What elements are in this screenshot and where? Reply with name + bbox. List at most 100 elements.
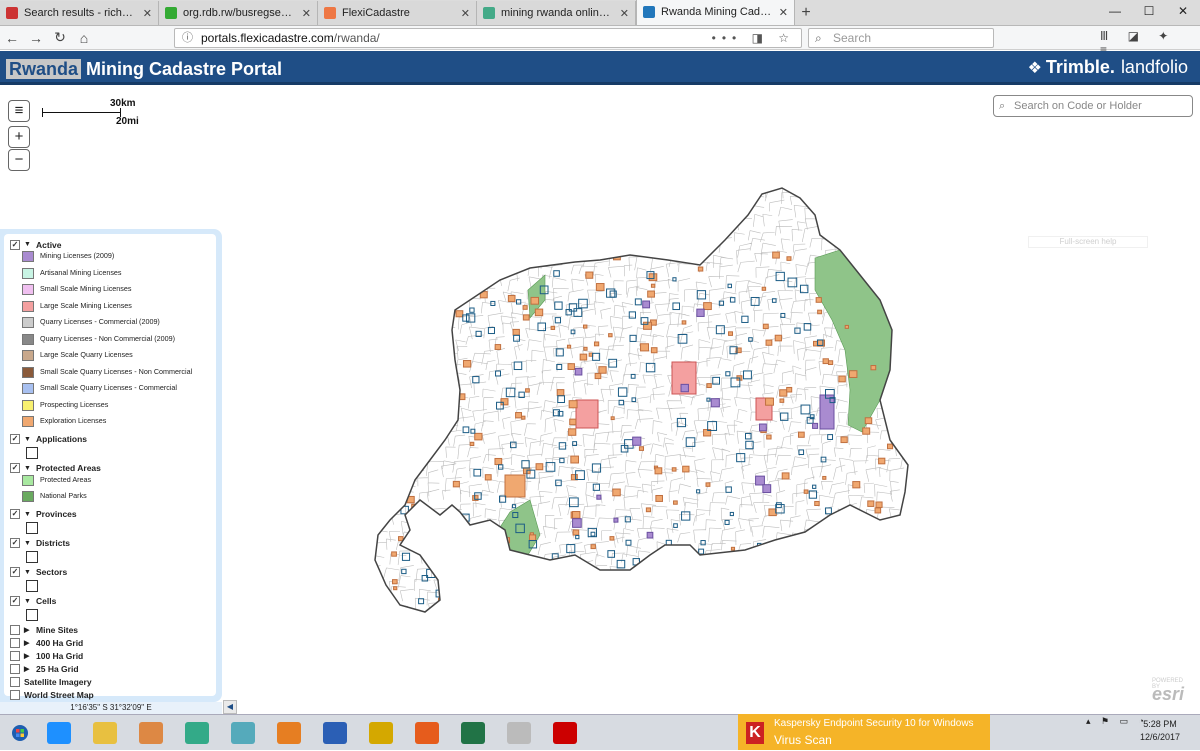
exploration-license[interactable] [593, 341, 600, 347]
exploration-license[interactable] [379, 265, 384, 270]
expand-triangle-icon[interactable]: ▼ [24, 465, 32, 472]
exploration-license[interactable] [556, 389, 565, 397]
taskbar-app-icon[interactable] [546, 717, 584, 749]
license-application[interactable] [625, 539, 632, 546]
exploration-license[interactable] [867, 500, 875, 507]
exploration-license[interactable] [697, 266, 704, 272]
exploration-license[interactable] [535, 463, 544, 471]
taskbar-app-icon[interactable] [408, 717, 446, 749]
exploration-license[interactable] [838, 375, 846, 383]
exploration-license[interactable] [521, 622, 527, 628]
exploration-license[interactable] [568, 428, 577, 436]
collapse-legend-button[interactable]: ◀ [223, 700, 237, 714]
layer-checkbox[interactable]: ✓ [10, 596, 20, 606]
exploration-license[interactable] [595, 283, 605, 291]
exploration-license[interactable] [870, 365, 877, 371]
license-application[interactable] [672, 302, 680, 311]
exploration-license[interactable] [727, 553, 735, 561]
exploration-license[interactable] [496, 617, 504, 624]
exploration-license[interactable] [450, 397, 458, 405]
exploration-license[interactable] [822, 475, 827, 480]
license-application[interactable] [415, 502, 425, 512]
license-application[interactable] [631, 397, 637, 403]
exploration-license[interactable] [484, 474, 492, 481]
license-application[interactable] [625, 585, 632, 593]
exploration-license[interactable] [706, 383, 712, 389]
close-tab-icon[interactable]: ✕ [620, 7, 629, 20]
exploration-license[interactable] [500, 398, 509, 406]
exploration-license[interactable] [705, 482, 711, 487]
minimize-button[interactable]: — [1098, 0, 1132, 26]
exploration-license[interactable] [765, 339, 773, 346]
url-bar[interactable]: ⓘ portals.flexicadastre.com/rwanda/ ••• … [174, 28, 802, 48]
license-application[interactable] [554, 301, 563, 310]
license-application[interactable] [701, 563, 707, 569]
exploration-license[interactable] [650, 283, 656, 288]
map-view[interactable]: ≡ + − 30km 20mi ⌕ Search on Code or Hold… [0, 88, 1200, 714]
collapsed-triangle-icon[interactable]: ▶ [24, 626, 32, 634]
legend-group[interactable]: ✓ ▼ Cells [10, 595, 210, 608]
mining-license-2009[interactable] [755, 475, 765, 486]
browser-tab[interactable]: Search results - richardniyongere@ ✕ [0, 1, 159, 25]
license-application[interactable] [628, 311, 636, 319]
license-application[interactable] [462, 426, 470, 434]
license-application[interactable] [396, 406, 402, 411]
exploration-license[interactable] [855, 591, 864, 599]
close-tab-icon[interactable]: ✕ [302, 7, 311, 20]
layer-checkbox[interactable]: ✓ [10, 538, 20, 548]
mining-license-2009[interactable] [812, 422, 819, 429]
license-application[interactable] [425, 445, 432, 452]
exploration-license[interactable] [522, 305, 528, 310]
license-application[interactable] [428, 309, 438, 318]
mining-license-2009[interactable] [642, 300, 651, 309]
license-application[interactable] [724, 519, 730, 525]
mining-license-2009[interactable] [696, 308, 705, 317]
maximize-button[interactable]: ☐ [1132, 0, 1166, 26]
exploration-license[interactable] [847, 549, 853, 555]
license-application[interactable] [743, 370, 752, 380]
legend-group[interactable]: ▶ 25 Ha Grid [10, 663, 210, 676]
taskbar-app-icon[interactable] [224, 717, 262, 749]
license-application[interactable] [404, 316, 413, 325]
license-application[interactable] [420, 313, 429, 322]
license-application[interactable] [513, 334, 520, 342]
license-application[interactable] [398, 468, 407, 477]
license-application[interactable] [775, 504, 785, 514]
exploration-license[interactable] [522, 314, 530, 321]
license-application[interactable] [423, 375, 430, 382]
browser-tab[interactable]: org.rdb.rw/busregsearch/Search ✕ [159, 1, 318, 25]
exploration-license[interactable] [650, 347, 658, 354]
license-application[interactable] [498, 464, 504, 470]
exploration-license[interactable] [391, 551, 397, 557]
exploration-license[interactable] [786, 256, 792, 261]
exploration-license[interactable] [399, 417, 409, 426]
legend-group[interactable]: World Street Map [10, 689, 210, 702]
license-application[interactable] [472, 376, 480, 384]
license-application[interactable] [774, 591, 780, 596]
license-application[interactable] [775, 271, 785, 282]
expand-triangle-icon[interactable]: ▼ [24, 540, 32, 547]
exploration-license[interactable] [684, 548, 692, 556]
mining-license-2009[interactable] [680, 383, 689, 393]
taskbar-app-icon[interactable] [270, 717, 308, 749]
legend-group[interactable]: ✓ ▼ Applications [10, 433, 210, 446]
exploration-license[interactable] [886, 443, 894, 450]
license-application[interactable] [739, 583, 749, 593]
license-application[interactable] [618, 399, 625, 406]
license-application[interactable] [698, 548, 705, 555]
exploration-license[interactable] [827, 360, 834, 366]
layer-checkbox[interactable] [10, 690, 20, 700]
license-application[interactable] [725, 486, 732, 493]
exploration-license[interactable] [765, 397, 774, 406]
exploration-license[interactable] [494, 457, 503, 466]
legend-group[interactable]: ✓ ▼ Provinces [10, 508, 210, 521]
close-tab-icon[interactable]: ✕ [143, 7, 152, 20]
taskbar-app-icon[interactable] [86, 717, 124, 749]
exploration-license[interactable] [822, 358, 829, 365]
mining-license-2009[interactable] [646, 531, 654, 539]
license-application[interactable] [727, 283, 732, 289]
exploration-license[interactable] [760, 563, 769, 571]
exploration-license[interactable] [779, 389, 788, 397]
license-application[interactable] [673, 523, 678, 528]
exploration-license[interactable] [522, 607, 529, 612]
